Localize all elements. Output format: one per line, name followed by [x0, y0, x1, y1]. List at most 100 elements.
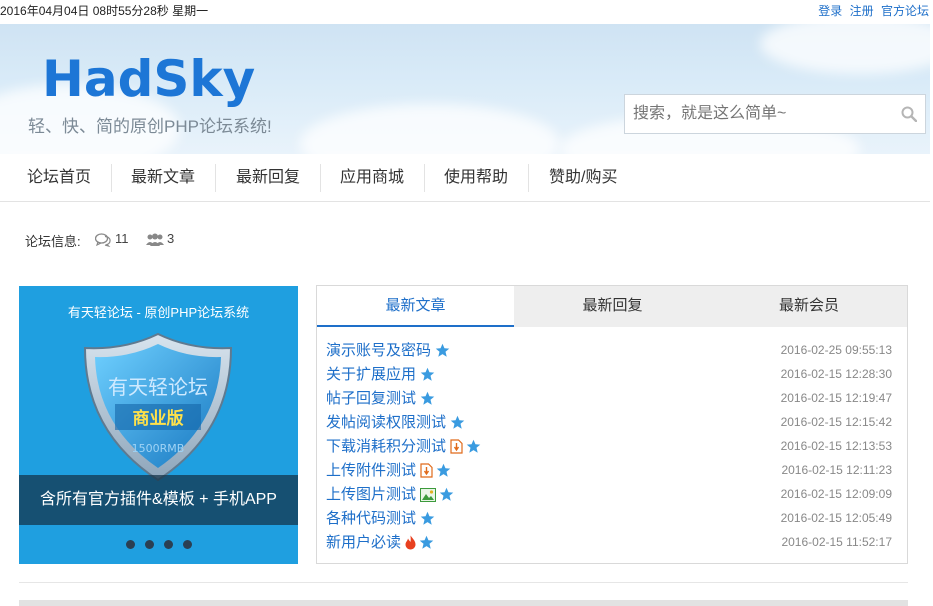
post-date: 2016-02-15 12:28:30 [780, 367, 892, 381]
slide-dot-4[interactable] [182, 540, 192, 549]
post-row[interactable]: 发帖阅读权限测试 2016-02-15 12:15:42 [326, 412, 896, 436]
post-row[interactable]: 下载消耗积分测试 2016-02-15 12:13:53 [326, 436, 896, 460]
post-badges [405, 535, 437, 557]
post-title[interactable]: 帖子回复测试 [326, 388, 438, 413]
panel-tabs: 最新文章 最新回复 最新会员 [317, 286, 907, 327]
current-datetime: 2016年04月04日 08时55分28秒 星期一 [0, 4, 209, 18]
post-title-text[interactable]: 下载消耗积分测试 [326, 438, 446, 455]
image-icon [420, 488, 439, 506]
post-date: 2016-02-15 12:19:47 [780, 391, 892, 405]
post-title[interactable]: 上传图片测试 [326, 484, 457, 509]
post-title-text[interactable]: 帖子回复测试 [326, 390, 416, 407]
latest-panel: 最新文章 最新回复 最新会员 演示账号及密码 2016-02-25 09:55:1… [316, 285, 908, 564]
star-icon [420, 511, 438, 530]
forum-info-label: 论坛信息: [25, 234, 81, 249]
post-title[interactable]: 下载消耗积分测试 [326, 436, 484, 461]
post-date: 2016-02-15 12:11:23 [781, 463, 892, 477]
tab-latest-articles[interactable]: 最新文章 [317, 286, 514, 327]
nav-divider [320, 164, 321, 192]
nav-item-latest-articles[interactable]: 最新文章 [131, 154, 195, 202]
site-logo[interactable]: HadSky [42, 50, 255, 108]
tab-latest-replies[interactable]: 最新回复 [514, 286, 711, 327]
nav-item-latest-replies[interactable]: 最新回复 [236, 154, 300, 202]
member-count: 3 [167, 231, 175, 246]
comments-icon [95, 233, 111, 247]
post-row[interactable]: 上传附件测试 2016-02-15 12:11:23 [326, 460, 896, 484]
star-icon [450, 415, 468, 434]
nav-item-sponsor-buy[interactable]: 赞助/购买 [549, 154, 617, 202]
footer-strip [19, 600, 908, 606]
members-icon [146, 233, 164, 246]
post-date: 2016-02-15 12:13:53 [780, 439, 892, 453]
post-title-text[interactable]: 上传图片测试 [326, 486, 416, 503]
post-title-text[interactable]: 演示账号及密码 [326, 342, 431, 359]
post-date: 2016-02-25 09:55:13 [780, 343, 892, 357]
post-badges [420, 463, 454, 485]
site-slogan: 轻、快、简的原创PHP论坛系统! [28, 117, 272, 136]
shield-price: 1500RMB [132, 442, 185, 455]
promo-banner[interactable]: 有天轻论坛 - 原创PHP论坛系统 有天轻论坛 商业版 1500RMB 含所有官… [19, 286, 298, 564]
star-icon [436, 463, 454, 482]
slide-dot-1[interactable] [125, 540, 135, 549]
post-badges [420, 391, 438, 413]
star-icon [420, 391, 438, 410]
post-badges [450, 415, 468, 437]
cloud-decoration [760, 24, 930, 74]
post-title-text[interactable]: 发帖阅读权限测试 [326, 414, 446, 431]
search-input[interactable] [625, 95, 885, 133]
slide-dot-3[interactable] [163, 540, 173, 549]
nav-item-help[interactable]: 使用帮助 [444, 154, 508, 202]
shield-title: 有天轻论坛 [108, 375, 208, 399]
nav-item-home[interactable]: 论坛首页 [27, 154, 91, 202]
site-header: HadSky 轻、快、简的原创PHP论坛系统! [0, 24, 930, 154]
register-link[interactable]: 注册 [850, 4, 874, 18]
star-icon [466, 439, 484, 458]
post-row[interactable]: 演示账号及密码 2016-02-25 09:55:13 [326, 340, 896, 364]
nav-item-app-store[interactable]: 应用商城 [340, 154, 404, 202]
post-badges [420, 511, 438, 533]
nav-divider [528, 164, 529, 192]
post-title[interactable]: 演示账号及密码 [326, 340, 453, 365]
slide-dot-2[interactable] [144, 540, 154, 549]
post-row[interactable]: 各种代码测试 2016-02-15 12:05:49 [326, 508, 896, 532]
nav-divider [215, 164, 216, 192]
nav-divider [424, 164, 425, 192]
post-title[interactable]: 各种代码测试 [326, 508, 438, 533]
star-icon [435, 343, 453, 362]
post-row[interactable]: 上传图片测试 2016-02-15 12:09:09 [326, 484, 896, 508]
section-divider [19, 582, 908, 583]
post-date: 2016-02-15 12:05:49 [780, 511, 892, 525]
star-icon [419, 535, 437, 554]
post-badges [420, 367, 438, 389]
post-title[interactable]: 发帖阅读权限测试 [326, 412, 468, 437]
hot-icon [405, 535, 419, 554]
shield-icon: 有天轻论坛 商业版 1500RMB [83, 332, 233, 482]
post-row[interactable]: 新用户必读 2016-02-15 11:52:17 [326, 532, 896, 556]
post-title-text[interactable]: 各种代码测试 [326, 510, 416, 527]
post-title[interactable]: 上传附件测试 [326, 460, 454, 485]
nav-divider [111, 164, 112, 192]
search-icon[interactable] [901, 106, 917, 122]
post-date: 2016-02-15 12:15:42 [780, 415, 892, 429]
banner-title: 有天轻论坛 - 原创PHP论坛系统 [67, 305, 250, 320]
post-title-text[interactable]: 新用户必读 [326, 534, 401, 551]
post-badges [450, 439, 484, 461]
post-date: 2016-02-15 11:52:17 [781, 535, 892, 549]
official-forum-link[interactable]: 官方论坛 [881, 4, 929, 18]
post-title-text[interactable]: 上传附件测试 [326, 462, 416, 479]
login-link[interactable]: 登录 [818, 4, 842, 18]
main-nav: 论坛首页 最新文章 最新回复 应用商城 使用帮助 赞助/购买 [0, 154, 930, 202]
top-bar: 2016年04月04日 08时55分28秒 星期一 登录 注册 官方论坛 [0, 0, 933, 20]
tab-latest-members[interactable]: 最新会员 [711, 286, 907, 327]
post-row[interactable]: 帖子回复测试 2016-02-15 12:19:47 [326, 388, 896, 412]
post-title[interactable]: 关于扩展应用 [326, 364, 438, 389]
post-list: 演示账号及密码 2016-02-25 09:55:13 关于扩展应用 2016-02-… [326, 340, 896, 556]
post-row[interactable]: 关于扩展应用 2016-02-15 12:28:30 [326, 364, 896, 388]
slide-indicators [19, 536, 298, 554]
post-badges [435, 343, 453, 365]
post-title[interactable]: 新用户必读 [326, 532, 437, 557]
post-date: 2016-02-15 12:09:09 [780, 487, 892, 501]
shield-badge: 商业版 [133, 408, 184, 429]
account-links: 登录 注册 官方论坛 [814, 2, 929, 19]
post-title-text[interactable]: 关于扩展应用 [326, 366, 416, 383]
